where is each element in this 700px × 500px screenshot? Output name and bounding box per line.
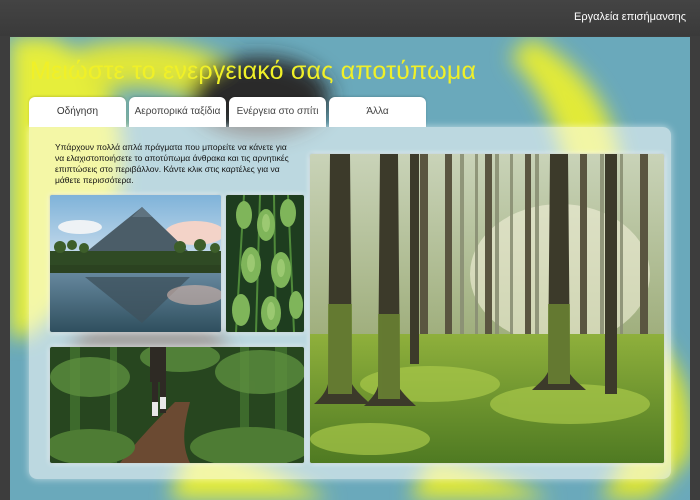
top-bar: Εργαλεία επισήμανσης xyxy=(0,0,700,36)
mossy-forest-photo xyxy=(310,154,664,463)
tab-driving[interactable]: Οδήγηση xyxy=(29,97,126,127)
pine-needles-photo xyxy=(226,195,304,332)
volcano-lake-photo xyxy=(50,195,221,332)
page-title: Μειώστε το ενεργειακό σας αποτύπωμα xyxy=(30,57,477,85)
tab-air-travel[interactable]: Αεροπορικά ταξίδια xyxy=(129,97,226,127)
tab-home-energy[interactable]: Ενέργεια στο σπίτι xyxy=(229,97,326,127)
slide-stage: Μειώστε το ενεργειακό σας αποτύπωμα Οδήγ… xyxy=(10,37,690,500)
intro-text: Υπάρχουν πολλά απλά πράγματα που μπορείτ… xyxy=(55,142,289,185)
forest-trail-photo xyxy=(50,347,304,463)
tab-other[interactable]: Άλλα xyxy=(329,97,426,127)
annotation-tools-link[interactable]: Εργαλεία επισήμανσης xyxy=(574,11,686,23)
tab-content-panel: Υπάρχουν πολλά απλά πράγματα που μπορείτ… xyxy=(29,127,671,479)
